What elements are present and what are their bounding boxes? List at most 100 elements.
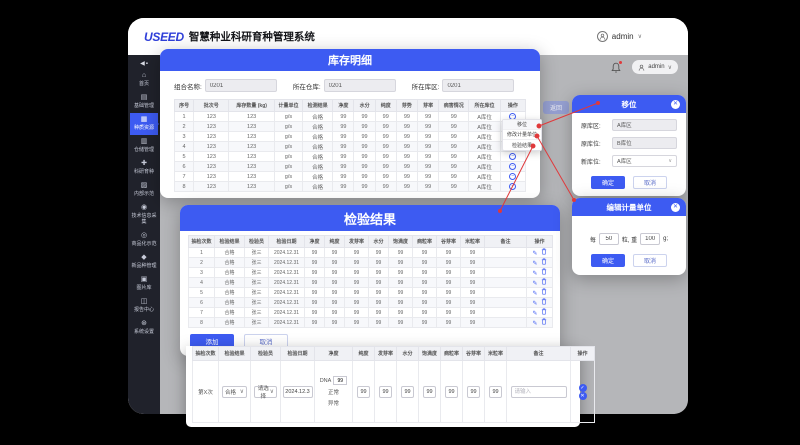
row-more-actions-icon[interactable]: −	[509, 173, 516, 180]
column-header: 纯度	[375, 100, 396, 112]
row-more-actions-icon[interactable]: −	[509, 163, 516, 170]
back-button[interactable]: 返回	[543, 101, 569, 114]
cancel-button[interactable]: 取消	[633, 176, 667, 189]
close-icon[interactable]: ✕	[671, 203, 680, 212]
origin-area-field: A库区	[612, 119, 677, 131]
sidebar-item-report[interactable]: ◫报告中心	[130, 295, 158, 317]
result-select[interactable]: 合格∨	[222, 386, 247, 398]
purity-option-normal[interactable]: 正常	[328, 388, 339, 396]
trash-icon[interactable]	[541, 278, 547, 285]
cell: 99	[396, 182, 417, 192]
sidebar-item-warehouse[interactable]: ▥仓储管理	[130, 135, 158, 157]
sidebar-item-breeding[interactable]: ✚科研育种	[130, 157, 158, 179]
sidebar-item-tech-info[interactable]: ◉技术信息采集	[130, 201, 158, 229]
purity-option-abnormal[interactable]: 异常	[328, 399, 339, 407]
husk-rate-input[interactable]	[467, 386, 480, 398]
sidebar-item-home[interactable]: ⌂首页	[130, 69, 158, 91]
edit-pencil-icon[interactable]: ✎	[532, 261, 537, 267]
cell: 99	[389, 248, 413, 258]
sidebar-item-gallery[interactable]: ▣图片库	[130, 273, 158, 295]
column-header: 库存数量 (kg)	[229, 100, 274, 112]
chevron-down-icon: ∨	[270, 388, 274, 395]
menu-item-edit-unit[interactable]: 修改计量单位	[503, 130, 541, 140]
new-slot-select[interactable]: A库区∨	[612, 155, 677, 167]
cell: 99	[305, 318, 325, 328]
cell: 123	[194, 142, 229, 152]
trash-icon[interactable]	[541, 318, 547, 325]
sidebar-item-settings[interactable]: ⊛系统设置	[130, 317, 158, 339]
cell: 4	[175, 142, 194, 152]
cell: 99	[369, 268, 389, 278]
remark-input[interactable]	[511, 386, 567, 398]
edit-pencil-icon[interactable]: ✎	[532, 321, 537, 327]
cancel-button[interactable]: 取消	[633, 254, 667, 267]
edit-pencil-icon[interactable]: ✎	[532, 251, 537, 257]
date-input[interactable]	[283, 386, 313, 398]
confirm-button[interactable]: 确定	[591, 254, 625, 267]
notification-bell-icon[interactable]	[611, 61, 622, 73]
cell: 99	[437, 318, 461, 328]
warehouse-input[interactable]	[324, 79, 396, 92]
kernel-rate-input[interactable]	[489, 386, 502, 398]
cell: 2024.12.31	[269, 278, 305, 288]
cell: A库位	[469, 172, 500, 182]
header-user-menu[interactable]: admin ∨	[597, 31, 642, 42]
cell: 张三	[245, 308, 269, 318]
cell: g/s	[274, 172, 302, 182]
edit-pencil-icon[interactable]: ✎	[532, 291, 537, 297]
trash-icon[interactable]	[541, 248, 547, 255]
diseased-rate-input[interactable]	[445, 386, 458, 398]
combo-name-input[interactable]	[205, 79, 277, 92]
trash-icon[interactable]	[541, 288, 547, 295]
inspector-select[interactable]: 请选择∨	[254, 386, 277, 398]
confirm-button[interactable]: 确定	[591, 176, 625, 189]
edit-pencil-icon[interactable]: ✎	[532, 271, 537, 277]
menu-item-inspection[interactable]: 检验结果	[503, 140, 541, 150]
menu-item-move[interactable]: 移位	[503, 120, 541, 130]
cell: 99	[325, 288, 345, 298]
cell: 99	[333, 162, 354, 172]
trash-icon[interactable]	[541, 298, 547, 305]
row-more-actions-icon[interactable]: −	[509, 183, 516, 190]
cell: 99	[439, 172, 469, 182]
trash-icon[interactable]	[541, 308, 547, 315]
cell: 合格	[215, 268, 245, 278]
grain-count-input[interactable]	[599, 233, 619, 245]
field-label: 所在库区:	[412, 81, 440, 91]
plumpness-input[interactable]	[423, 386, 436, 398]
cell: 99	[439, 122, 469, 132]
cell: 合格	[303, 122, 333, 132]
edit-pencil-icon[interactable]: ✎	[532, 301, 537, 307]
sidebar-item-commercial-demo[interactable]: ◎商品化示范	[130, 229, 158, 251]
germination-input[interactable]	[379, 386, 392, 398]
inventory-table: 序号批次号库存数量 (kg)计量单位检测结果净度水分纯度芽势芽率病害情况所在库位…	[174, 99, 526, 192]
edit-pencil-icon[interactable]: ✎	[532, 311, 537, 317]
dna-input[interactable]	[333, 376, 347, 385]
trash-icon[interactable]	[541, 258, 547, 265]
cell: 99	[389, 268, 413, 278]
cell	[485, 248, 527, 258]
cell: 99	[305, 268, 325, 278]
cell: 99	[333, 112, 354, 122]
purity-input[interactable]	[357, 386, 370, 398]
sidebar-item-basic-management[interactable]: ▤基础管理	[130, 91, 158, 113]
cell: 99	[439, 132, 469, 142]
edit-pencil-icon[interactable]: ✎	[532, 281, 537, 287]
trash-icon[interactable]	[541, 268, 547, 275]
column-header: 检验日期	[281, 347, 315, 361]
page-user-chip[interactable]: admin ∨	[632, 60, 678, 74]
cell: 99	[389, 298, 413, 308]
weight-input[interactable]	[640, 233, 660, 245]
sidebar-item-germplasm[interactable]: ▦种质资源	[130, 113, 158, 135]
cell: 99	[461, 288, 485, 298]
sidebar-item-internal-demo[interactable]: ▨内部示范	[130, 179, 158, 201]
sidebar-collapse-icon[interactable]: ◀▪	[140, 58, 148, 69]
cancel-circle-icon[interactable]: ✕	[579, 392, 587, 400]
close-icon[interactable]: ✕	[671, 100, 680, 109]
sidebar-item-new-variety[interactable]: ◆新品种管理	[130, 251, 158, 273]
cell: 99	[389, 278, 413, 288]
row-more-actions-icon[interactable]: −	[509, 153, 516, 160]
storage-area-input[interactable]	[442, 79, 514, 92]
moisture-input[interactable]	[401, 386, 414, 398]
confirm-circle-icon[interactable]: ✓	[579, 384, 587, 392]
